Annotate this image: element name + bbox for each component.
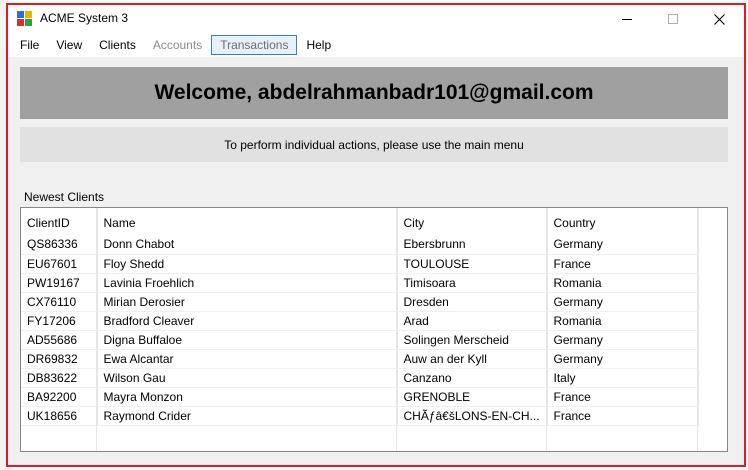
column-divider	[397, 208, 547, 451]
welcome-text: Welcome, abdelrahmanbadr101@gmail.com	[154, 81, 594, 104]
maximize-icon	[668, 14, 678, 24]
column-divider	[97, 208, 397, 451]
column-divider	[547, 208, 698, 451]
menu-item-help[interactable]: Help	[298, 35, 339, 55]
menu-item-transactions[interactable]: Transactions	[211, 35, 298, 55]
info-banner: To perform individual actions, please us…	[20, 127, 728, 162]
window-title: ACME System 3	[40, 11, 129, 25]
column-divider	[21, 208, 97, 451]
menu-bar: File View Clients Accounts Transactions Help	[8, 33, 744, 57]
menu-item-clients[interactable]: Clients	[91, 35, 144, 55]
close-button[interactable]	[696, 5, 742, 33]
app-window-icon	[17, 11, 33, 27]
menu-item-file[interactable]: File	[12, 35, 47, 55]
minimize-icon	[622, 18, 632, 20]
welcome-banner: Welcome, abdelrahmanbadr101@gmail.com	[20, 67, 728, 119]
title-bar[interactable]: ACME System 3	[8, 5, 744, 33]
maximize-button[interactable]	[650, 5, 696, 33]
close-icon	[713, 13, 725, 25]
clients-grid[interactable]: ClientID Name City Country QS86336 Donn Chab…	[20, 207, 728, 452]
menu-item-accounts: Accounts	[152, 38, 203, 52]
minimize-button[interactable]	[604, 5, 650, 33]
info-text: To perform individual actions, please us…	[224, 137, 524, 152]
newest-clients-label: Newest Clients	[24, 190, 105, 204]
main-window: ACME System 3 File View Clients Accounts Tra…	[6, 3, 746, 467]
menu-item-view[interactable]: View	[48, 35, 90, 55]
